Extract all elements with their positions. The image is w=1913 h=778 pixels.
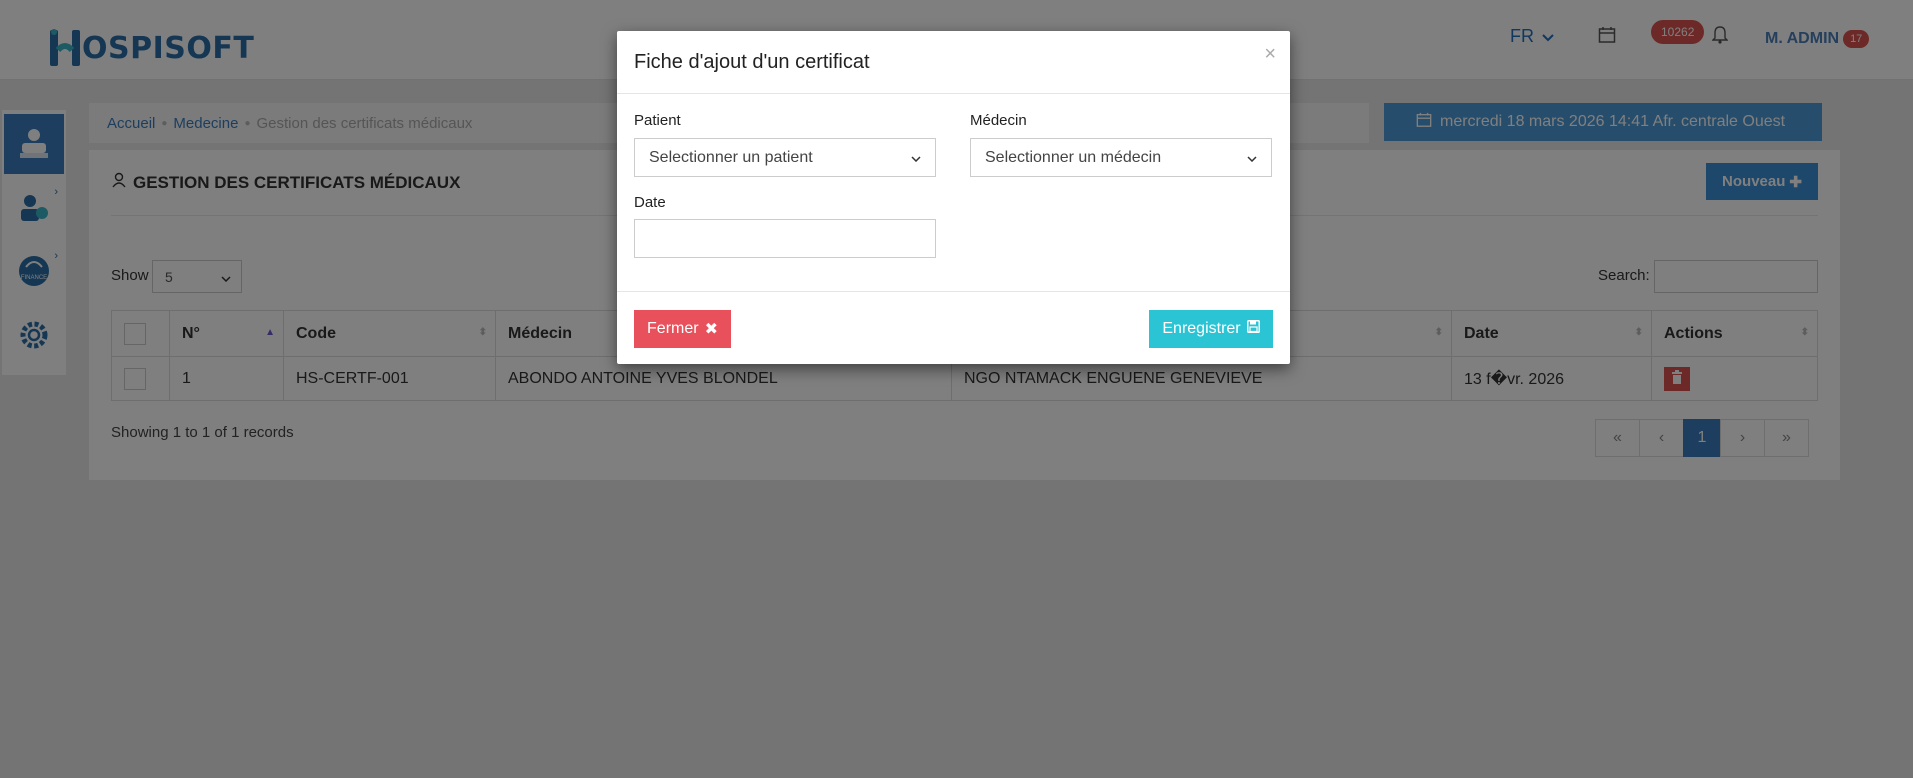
close-icon[interactable]: × bbox=[1264, 43, 1276, 66]
times-icon: ✖ bbox=[704, 321, 718, 338]
medecin-select[interactable]: Selectionner un médecin bbox=[970, 138, 1272, 177]
patient-select[interactable]: Selectionner un patient bbox=[634, 138, 936, 177]
chevron-down-icon bbox=[911, 149, 921, 167]
medecin-label: Médecin bbox=[970, 112, 1027, 129]
modal-header: Fiche d'ajout d'un certificat × bbox=[617, 31, 1290, 94]
close-button-label: Fermer bbox=[647, 320, 699, 337]
add-certificate-modal: Fiche d'ajout d'un certificat × Patient … bbox=[617, 31, 1290, 364]
save-button[interactable]: Enregistrer bbox=[1149, 310, 1273, 348]
save-button-label: Enregistrer bbox=[1162, 320, 1241, 337]
chevron-down-icon bbox=[1247, 149, 1257, 167]
patient-select-placeholder: Selectionner un patient bbox=[649, 148, 813, 166]
modal-title: Fiche d'ajout d'un certificat bbox=[634, 51, 870, 73]
date-field[interactable] bbox=[634, 219, 936, 258]
close-button[interactable]: Fermer ✖ bbox=[634, 310, 731, 348]
medecin-select-placeholder: Selectionner un médecin bbox=[985, 148, 1162, 166]
floppy-disk-icon bbox=[1246, 320, 1260, 338]
modal-footer-divider bbox=[617, 291, 1290, 292]
patient-label: Patient bbox=[634, 112, 681, 129]
date-label: Date bbox=[634, 194, 666, 211]
